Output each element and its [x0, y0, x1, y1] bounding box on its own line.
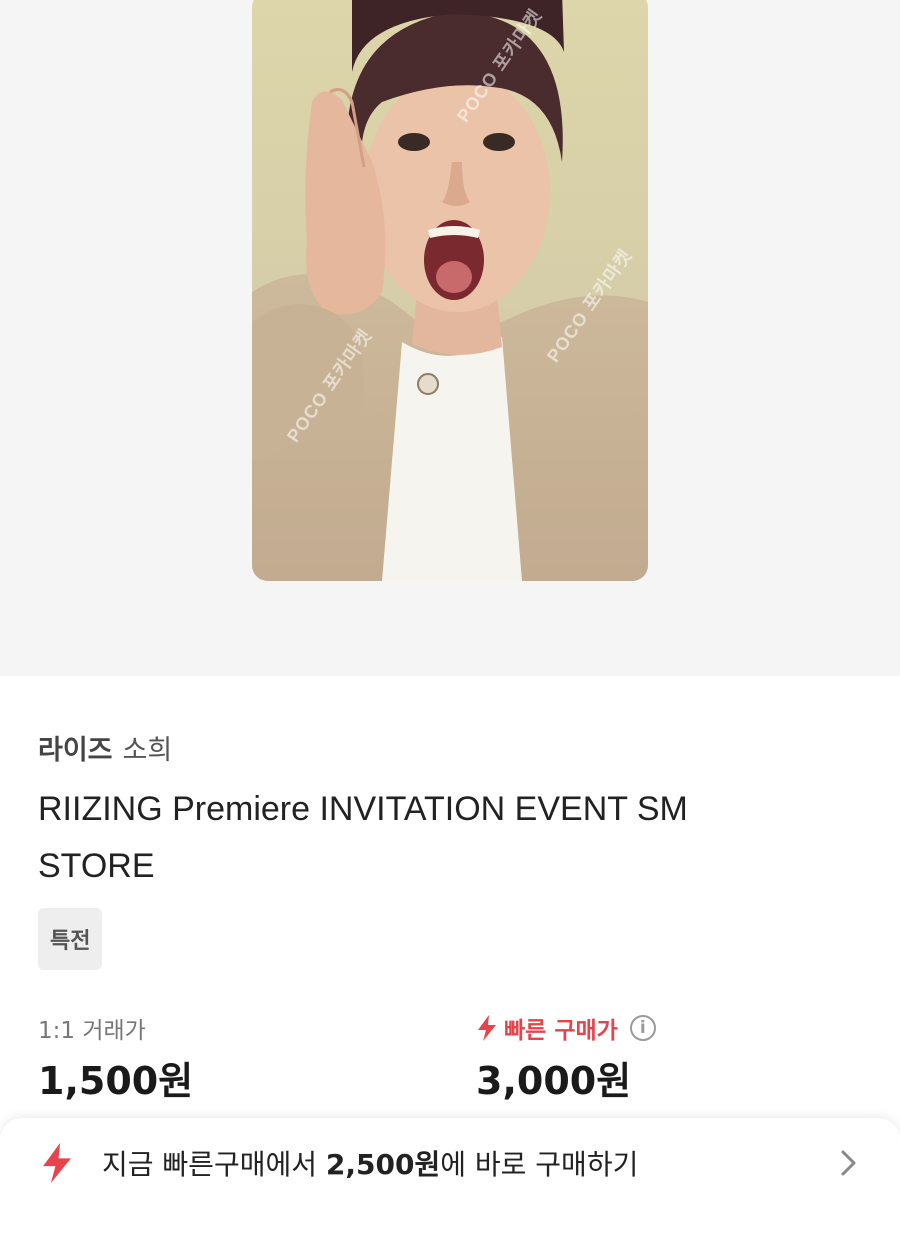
fast-buy-prefix: 지금 빠른구매에서	[102, 1148, 326, 1181]
fast-buy-amount: 2,500원	[325, 1148, 441, 1181]
tag-badge[interactable]: 특전	[38, 908, 103, 970]
fast-price-label-group: 빠른 구매가 i	[476, 1011, 656, 1045]
product-image-area: POCO 포카마켓 POCO 포카마켓 POCO 포카마켓	[0, 0, 900, 676]
direct-price-value: 1,500원	[38, 1059, 194, 1103]
fast-price-value: 3,000원	[476, 1059, 632, 1103]
photocard-image[interactable]: POCO 포카마켓 POCO 포카마켓 POCO 포카마켓	[252, 0, 648, 581]
lightning-icon	[478, 1015, 496, 1041]
fast-buy-bar[interactable]: 지금 빠른구매에서 2,500원에 바로 구매하기	[0, 1118, 900, 1238]
artist-line: 라이즈 소희	[38, 728, 868, 767]
product-info: 라이즈 소희 RIIZING Premiere INVITATION EVENT…	[38, 728, 868, 1103]
group-name[interactable]: 라이즈	[38, 728, 113, 767]
product-title: RIIZING Premiere INVITATION EVENT SM STO…	[38, 790, 688, 885]
fast-buy-text: 지금 빠른구매에서 2,500원에 바로 구매하기	[102, 1143, 838, 1183]
fast-buy-suffix: 에 바로 구매하기	[440, 1148, 639, 1181]
chevron-right-icon[interactable]	[838, 1148, 860, 1178]
member-name[interactable]: 소희	[123, 728, 173, 767]
direct-price-label: 1:1 거래가	[38, 1018, 146, 1044]
lightning-icon	[43, 1142, 71, 1184]
fast-price-label: 빠른 구매가	[504, 1018, 618, 1044]
info-icon[interactable]: i	[629, 1015, 656, 1041]
